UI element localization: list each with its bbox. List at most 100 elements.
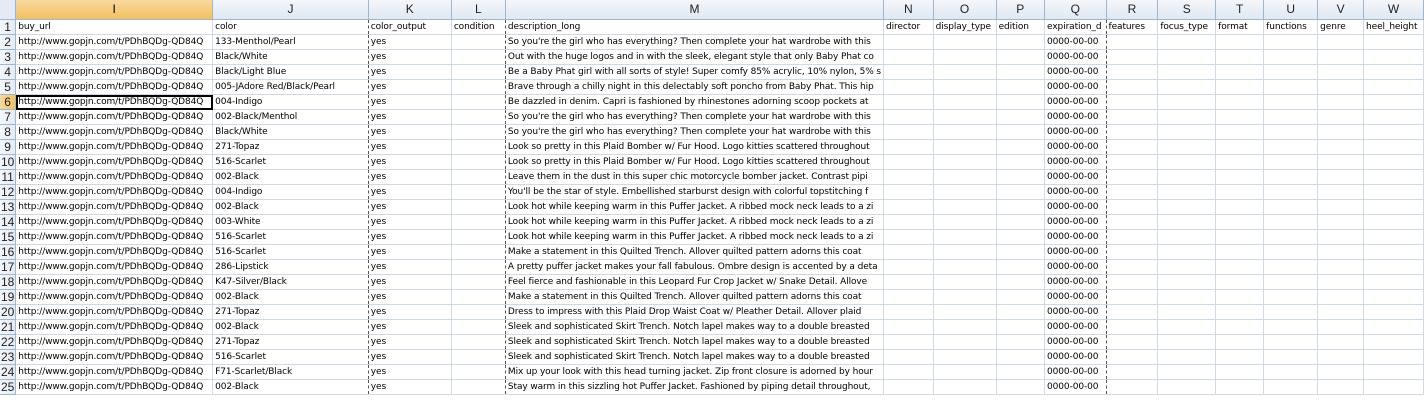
cell-v9[interactable] [1317,139,1365,155]
cell-i4[interactable]: http://www.gopjn.com/t/PDhBQDg-QD84Q [15,64,214,80]
cell-n10[interactable] [883,154,934,170]
cell-t10[interactable] [1215,154,1265,170]
cell-k25[interactable]: yes [368,379,452,395]
cell-p9[interactable] [996,139,1046,155]
cell-t5[interactable] [1215,79,1265,95]
cell-l9[interactable] [451,139,506,155]
cell-t4[interactable] [1215,64,1265,80]
cell-t13[interactable] [1215,199,1265,215]
cell-k17[interactable]: yes [368,259,452,275]
cell-w12[interactable] [1363,184,1424,200]
cell-o23[interactable] [933,349,997,365]
cell-u22[interactable] [1263,334,1319,350]
cell-s21[interactable] [1157,319,1217,335]
column-header-r[interactable]: R [1106,0,1159,20]
cell-n21[interactable] [883,319,934,335]
column-header-t[interactable]: T [1215,0,1265,20]
row-header[interactable]: 9 [0,139,17,155]
cell-l19[interactable] [451,289,506,305]
cell-r22[interactable] [1106,334,1159,350]
cell-p19[interactable] [996,289,1046,305]
cell-l24[interactable] [451,364,506,380]
row-header[interactable]: 4 [0,64,17,80]
cell-v23[interactable] [1317,349,1365,365]
cell-v4[interactable] [1317,64,1365,80]
column-header-n[interactable]: N [883,0,934,20]
cell-l5[interactable] [451,79,506,95]
cell-t22[interactable] [1215,334,1265,350]
cell-q18[interactable]: 0000-00-00 [1044,274,1107,290]
cell-j7[interactable]: 002-Black/Menthol [212,109,369,125]
cell-m4[interactable]: Be a Baby Phat girl with all sorts of st… [505,64,885,80]
cell-o20[interactable] [933,304,997,320]
cell-k16[interactable]: yes [368,244,452,260]
cell-j6[interactable]: 004-Indigo [212,94,369,110]
cell-r4[interactable] [1106,64,1159,80]
cell-s24[interactable] [1157,364,1217,380]
cell-m17[interactable]: A pretty puffer jacket makes your fall f… [505,259,885,275]
cell-u2[interactable] [1263,34,1319,50]
cell-k9[interactable]: yes [368,139,452,155]
cell-n8[interactable] [883,124,934,140]
cell-k21[interactable]: yes [368,319,452,335]
cell-w6[interactable] [1363,94,1424,110]
cell-w13[interactable] [1363,199,1424,215]
row-header[interactable]: 14 [0,214,17,230]
cell-r18[interactable] [1106,274,1159,290]
cell-s1[interactable]: focus_type [1157,19,1217,35]
cell-o18[interactable] [933,274,997,290]
cell-t19[interactable] [1215,289,1265,305]
cell-q19[interactable]: 0000-00-00 [1044,289,1107,305]
cell-q15[interactable]: 0000-00-00 [1044,229,1107,245]
cell-u15[interactable] [1263,229,1319,245]
cell-i2[interactable]: http://www.gopjn.com/t/PDhBQDg-QD84Q [15,34,214,50]
cell-q6[interactable]: 0000-00-00 [1044,94,1107,110]
cell-q9[interactable]: 0000-00-00 [1044,139,1107,155]
cell-w4[interactable] [1363,64,1424,80]
cell-i8[interactable]: http://www.gopjn.com/t/PDhBQDg-QD84Q [15,124,214,140]
cell-p6[interactable] [996,94,1046,110]
cell-i10[interactable]: http://www.gopjn.com/t/PDhBQDg-QD84Q [15,154,214,170]
cell-v6[interactable] [1317,94,1365,110]
column-header-l[interactable]: L [451,0,506,20]
cell-n22[interactable] [883,334,934,350]
cell-j15[interactable]: 516-Scarlet [212,229,369,245]
cell-w22[interactable] [1363,334,1424,350]
cell-k13[interactable]: yes [368,199,452,215]
cell-t6[interactable] [1215,94,1265,110]
cell-t20[interactable] [1215,304,1265,320]
cell-p10[interactable] [996,154,1046,170]
cell-r19[interactable] [1106,289,1159,305]
cell-k5[interactable]: yes [368,79,452,95]
cell-o13[interactable] [933,199,997,215]
cell-o4[interactable] [933,64,997,80]
cell-u6[interactable] [1263,94,1319,110]
row-header[interactable]: 7 [0,109,17,125]
cell-i16[interactable]: http://www.gopjn.com/t/PDhBQDg-QD84Q [15,244,214,260]
cell-u8[interactable] [1263,124,1319,140]
cell-i3[interactable]: http://www.gopjn.com/t/PDhBQDg-QD84Q [15,49,214,65]
cell-j17[interactable]: 286-Lipstick [212,259,369,275]
cell-p20[interactable] [996,304,1046,320]
cell-q22[interactable]: 0000-00-00 [1044,334,1107,350]
cell-p18[interactable] [996,274,1046,290]
cell-s3[interactable] [1157,49,1217,65]
cell-t9[interactable] [1215,139,1265,155]
row-header[interactable]: 10 [0,154,17,170]
row-header[interactable]: 25 [0,379,17,395]
cell-n14[interactable] [883,214,934,230]
cell-r14[interactable] [1106,214,1159,230]
cell-o22[interactable] [933,334,997,350]
cell-j24[interactable]: F71-Scarlet/Black [212,364,369,380]
cell-o25[interactable] [933,379,997,395]
cell-w9[interactable] [1363,139,1424,155]
cell-l16[interactable] [451,244,506,260]
cell-w14[interactable] [1363,214,1424,230]
cell-q25[interactable]: 0000-00-00 [1044,379,1107,395]
row-header[interactable]: 3 [0,49,17,65]
cell-s5[interactable] [1157,79,1217,95]
cell-s12[interactable] [1157,184,1217,200]
cell-v18[interactable] [1317,274,1365,290]
cell-k22[interactable]: yes [368,334,452,350]
row-header[interactable]: 1 [0,19,17,35]
